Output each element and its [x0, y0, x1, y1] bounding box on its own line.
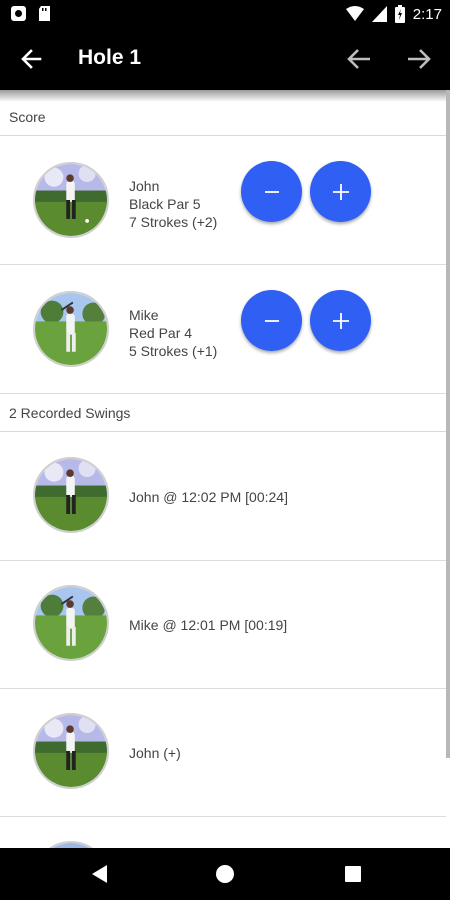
score-section-header: Score	[0, 98, 446, 136]
player-strokes: 7 Strokes (+2)	[129, 214, 218, 230]
sd-card-icon	[39, 6, 50, 21]
minus-icon	[264, 319, 279, 322]
player-row-mike[interactable]: Mike Red Par 4 5 Strokes (+1)	[0, 266, 446, 394]
player-avatar	[33, 291, 109, 367]
app-bar: Hole 1	[0, 28, 450, 90]
player-tee-par: Red Par 4	[129, 325, 193, 341]
golfer-photo	[35, 715, 107, 787]
decrease-strokes-button[interactable]	[241, 290, 302, 351]
minus-icon	[264, 190, 279, 193]
swings-section-header: 2 Recorded Swings	[0, 394, 446, 432]
decrease-strokes-button[interactable]	[241, 161, 302, 222]
player-strokes: 5 Strokes (+1)	[129, 343, 218, 359]
swing-label: Mike @ 12:01 PM [00:19]	[129, 617, 288, 633]
nav-home-icon	[216, 865, 234, 883]
wifi-icon	[345, 6, 364, 21]
scrollbar[interactable]	[446, 90, 450, 758]
golfer-photo	[35, 164, 107, 236]
status-system: 2:17	[345, 5, 442, 23]
back-button[interactable]	[14, 42, 48, 76]
increase-strokes-button[interactable]	[310, 290, 371, 351]
previous-hole-button[interactable]	[342, 42, 376, 76]
system-nav-bar	[0, 848, 450, 900]
nav-recents-button[interactable]	[340, 862, 366, 886]
swing-thumbnail	[33, 585, 109, 661]
swing-thumbnail	[33, 841, 109, 848]
player-info: Mike Red Par 4 5 Strokes (+1)	[129, 306, 217, 360]
swing-thumbnail	[33, 457, 109, 533]
player-name: Mike	[129, 307, 159, 323]
status-notifications	[10, 5, 52, 22]
plus-icon	[332, 312, 349, 329]
swings-section-title: 2 Recorded Swings	[9, 404, 131, 421]
page-title: Hole 1	[78, 46, 142, 69]
arrow-back-icon	[21, 49, 42, 69]
arrow-left-icon	[347, 49, 370, 69]
battery-icon	[394, 5, 405, 23]
player-row-john[interactable]: John Black Par 5 7 Strokes (+2)	[0, 137, 446, 265]
score-section-title: Score	[9, 108, 46, 125]
golfer-photo	[35, 587, 107, 659]
plus-icon	[332, 183, 349, 200]
swing-thumbnail	[33, 713, 109, 789]
golfer-photo	[35, 459, 107, 531]
swing-row[interactable]: John @ 12:02 PM [00:24]	[0, 433, 446, 561]
increase-strokes-button[interactable]	[310, 161, 371, 222]
swing-label: John @ 12:02 PM [00:24]	[129, 489, 288, 505]
swing-row[interactable]: Mike @ 12:01 PM [00:19]	[0, 561, 446, 689]
next-hole-button[interactable]	[402, 42, 436, 76]
hole-content[interactable]: Score John Black Par 5 7 Strokes (+2) Mi…	[0, 90, 450, 848]
nav-back-icon	[92, 865, 107, 883]
player-name: John	[129, 178, 160, 194]
swing-label: John (+)	[129, 745, 181, 761]
golfer-photo	[35, 293, 107, 365]
nav-recents-icon	[345, 866, 361, 882]
notification-app-icon	[11, 6, 26, 21]
nav-back-button[interactable]	[86, 862, 112, 886]
player-tee-par: Black Par 5	[129, 196, 201, 212]
status-time: 2:17	[412, 5, 442, 23]
status-bar: 2:17	[0, 0, 450, 28]
app-bar-shadow	[0, 90, 450, 102]
swing-row[interactable]: John (+)	[0, 689, 446, 817]
signal-icon	[371, 6, 387, 22]
swing-row[interactable]	[0, 817, 446, 848]
nav-home-button[interactable]	[212, 862, 238, 886]
arrow-right-icon	[408, 49, 431, 69]
player-avatar	[33, 162, 109, 238]
player-info: John Black Par 5 7 Strokes (+2)	[129, 177, 217, 231]
